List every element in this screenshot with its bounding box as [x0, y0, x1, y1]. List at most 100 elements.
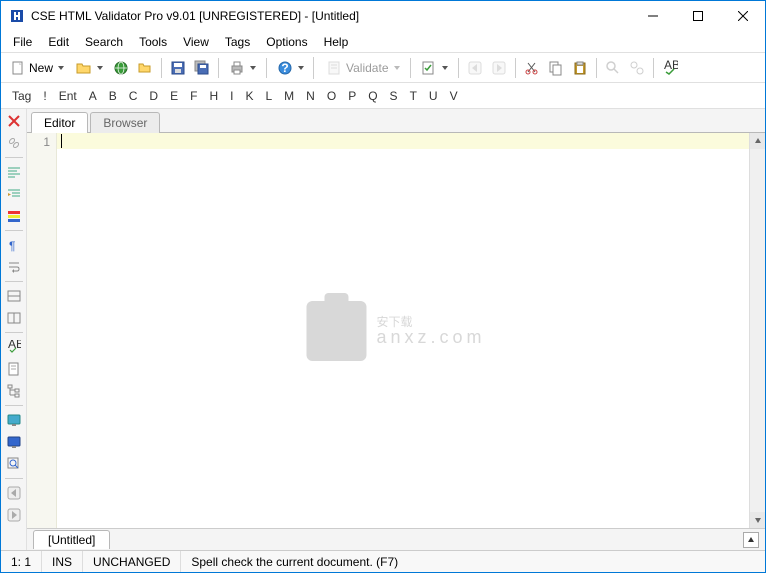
link-icon: [7, 136, 21, 150]
nav-up-button[interactable]: [4, 483, 24, 503]
screen2-button[interactable]: [4, 432, 24, 452]
tagbar-ent[interactable]: Ent: [54, 87, 82, 105]
find-button[interactable]: [602, 57, 624, 79]
copy-button[interactable]: [545, 57, 567, 79]
toolbar-separator: [515, 58, 516, 78]
indent-button[interactable]: [4, 184, 24, 204]
tagbar-v[interactable]: V: [445, 87, 463, 105]
menu-help[interactable]: Help: [316, 33, 357, 51]
tagbar-q[interactable]: Q: [363, 87, 382, 105]
document-check-icon: [421, 60, 437, 76]
menu-options[interactable]: Options: [258, 33, 315, 51]
close-button[interactable]: [720, 1, 765, 31]
maximize-button[interactable]: [675, 1, 720, 31]
tagbar-n[interactable]: N: [301, 87, 320, 105]
search-side-button[interactable]: [4, 454, 24, 474]
open-folder-button[interactable]: [134, 57, 156, 79]
print-icon: [229, 60, 245, 76]
collapse-panel-button[interactable]: [743, 532, 759, 548]
align-left-button[interactable]: [4, 162, 24, 182]
text-area[interactable]: [57, 133, 749, 528]
scroll-down-button[interactable]: [750, 512, 765, 528]
tagbar-u[interactable]: U: [424, 87, 443, 105]
nav-forward-button[interactable]: [488, 57, 510, 79]
tagbar-o[interactable]: O: [322, 87, 341, 105]
screen1-button[interactable]: [4, 410, 24, 430]
help-button[interactable]: ?: [272, 57, 309, 79]
menu-tools[interactable]: Tools: [131, 33, 175, 51]
save-all-button[interactable]: [191, 57, 213, 79]
vertical-scrollbar[interactable]: [749, 133, 765, 528]
tagbar-a[interactable]: A: [84, 87, 102, 105]
save-icon: [170, 60, 186, 76]
tab-editor[interactable]: Editor: [31, 112, 88, 133]
color-bars-button[interactable]: [4, 206, 24, 226]
find-replace-button[interactable]: [626, 57, 648, 79]
spellcheck-side-button[interactable]: ABC: [4, 337, 24, 357]
menu-file[interactable]: File: [5, 33, 40, 51]
split-v-button[interactable]: [4, 308, 24, 328]
spellcheck-icon: ABC: [662, 60, 678, 76]
doc-button[interactable]: [4, 359, 24, 379]
menu-search[interactable]: Search: [77, 33, 131, 51]
tagbar-i[interactable]: I: [225, 87, 238, 105]
editor-area[interactable]: 1 安下载 anxz.com: [27, 133, 765, 528]
validate-button[interactable]: Validate: [322, 57, 404, 79]
tagbar-c[interactable]: C: [124, 87, 143, 105]
browse-web-button[interactable]: [110, 57, 132, 79]
tagbar-m[interactable]: M: [279, 87, 299, 105]
toolbar-separator: [410, 58, 411, 78]
tagbar-b[interactable]: B: [104, 87, 122, 105]
open-button[interactable]: [71, 57, 108, 79]
tagbar-l[interactable]: L: [260, 87, 277, 105]
wrap-icon: [7, 260, 21, 274]
tagbar-p[interactable]: P: [343, 87, 361, 105]
split-v-icon: [7, 311, 21, 325]
menu-edit[interactable]: Edit: [40, 33, 77, 51]
new-file-icon: [10, 60, 26, 76]
toolbar-separator: [596, 58, 597, 78]
link-button[interactable]: [4, 133, 24, 153]
side-separator: [5, 332, 23, 333]
menu-view[interactable]: View: [175, 33, 217, 51]
screen-icon: [7, 413, 21, 427]
tagbar-tag[interactable]: Tag: [7, 87, 36, 105]
spellcheck-icon: ABC: [7, 340, 21, 354]
status-insert-mode: INS: [42, 551, 83, 572]
cut-button[interactable]: [521, 57, 543, 79]
close-doc-button[interactable]: [4, 111, 24, 131]
nav-back-button[interactable]: [464, 57, 486, 79]
tagbar-exclaim[interactable]: !: [38, 87, 51, 105]
minimize-button[interactable]: [630, 1, 675, 31]
tagbar-t[interactable]: T: [405, 87, 422, 105]
indent-icon: [7, 187, 21, 201]
tree-button[interactable]: [4, 381, 24, 401]
new-button[interactable]: New: [5, 57, 69, 79]
scroll-up-button[interactable]: [750, 133, 765, 149]
save-button[interactable]: [167, 57, 189, 79]
tagbar-s[interactable]: S: [385, 87, 403, 105]
document-tabstrip: [Untitled]: [27, 528, 765, 550]
tool-config-button[interactable]: [416, 57, 453, 79]
toolbar-separator: [161, 58, 162, 78]
status-bar: 1: 1 INS UNCHANGED Spell check the curre…: [1, 550, 765, 572]
split-h-button[interactable]: [4, 286, 24, 306]
spellcheck-button[interactable]: ABC: [659, 57, 681, 79]
magnifier-icon: [7, 457, 21, 471]
tab-browser[interactable]: Browser: [90, 112, 160, 133]
print-button[interactable]: [224, 57, 261, 79]
tagbar-d[interactable]: D: [144, 87, 163, 105]
side-separator: [5, 405, 23, 406]
pilcrow-icon: ¶: [7, 238, 21, 252]
doc-tab-untitled[interactable]: [Untitled]: [33, 530, 110, 549]
menu-tags[interactable]: Tags: [217, 33, 258, 51]
tagbar-h[interactable]: H: [204, 87, 223, 105]
tagbar-e[interactable]: E: [165, 87, 183, 105]
nav-down-button[interactable]: [4, 505, 24, 525]
paste-button[interactable]: [569, 57, 591, 79]
side-toolbar: ¶ ABC: [1, 109, 27, 550]
tagbar-k[interactable]: K: [240, 87, 258, 105]
tagbar-f[interactable]: F: [185, 87, 202, 105]
wrap-button[interactable]: [4, 257, 24, 277]
pilcrow-button[interactable]: ¶: [4, 235, 24, 255]
